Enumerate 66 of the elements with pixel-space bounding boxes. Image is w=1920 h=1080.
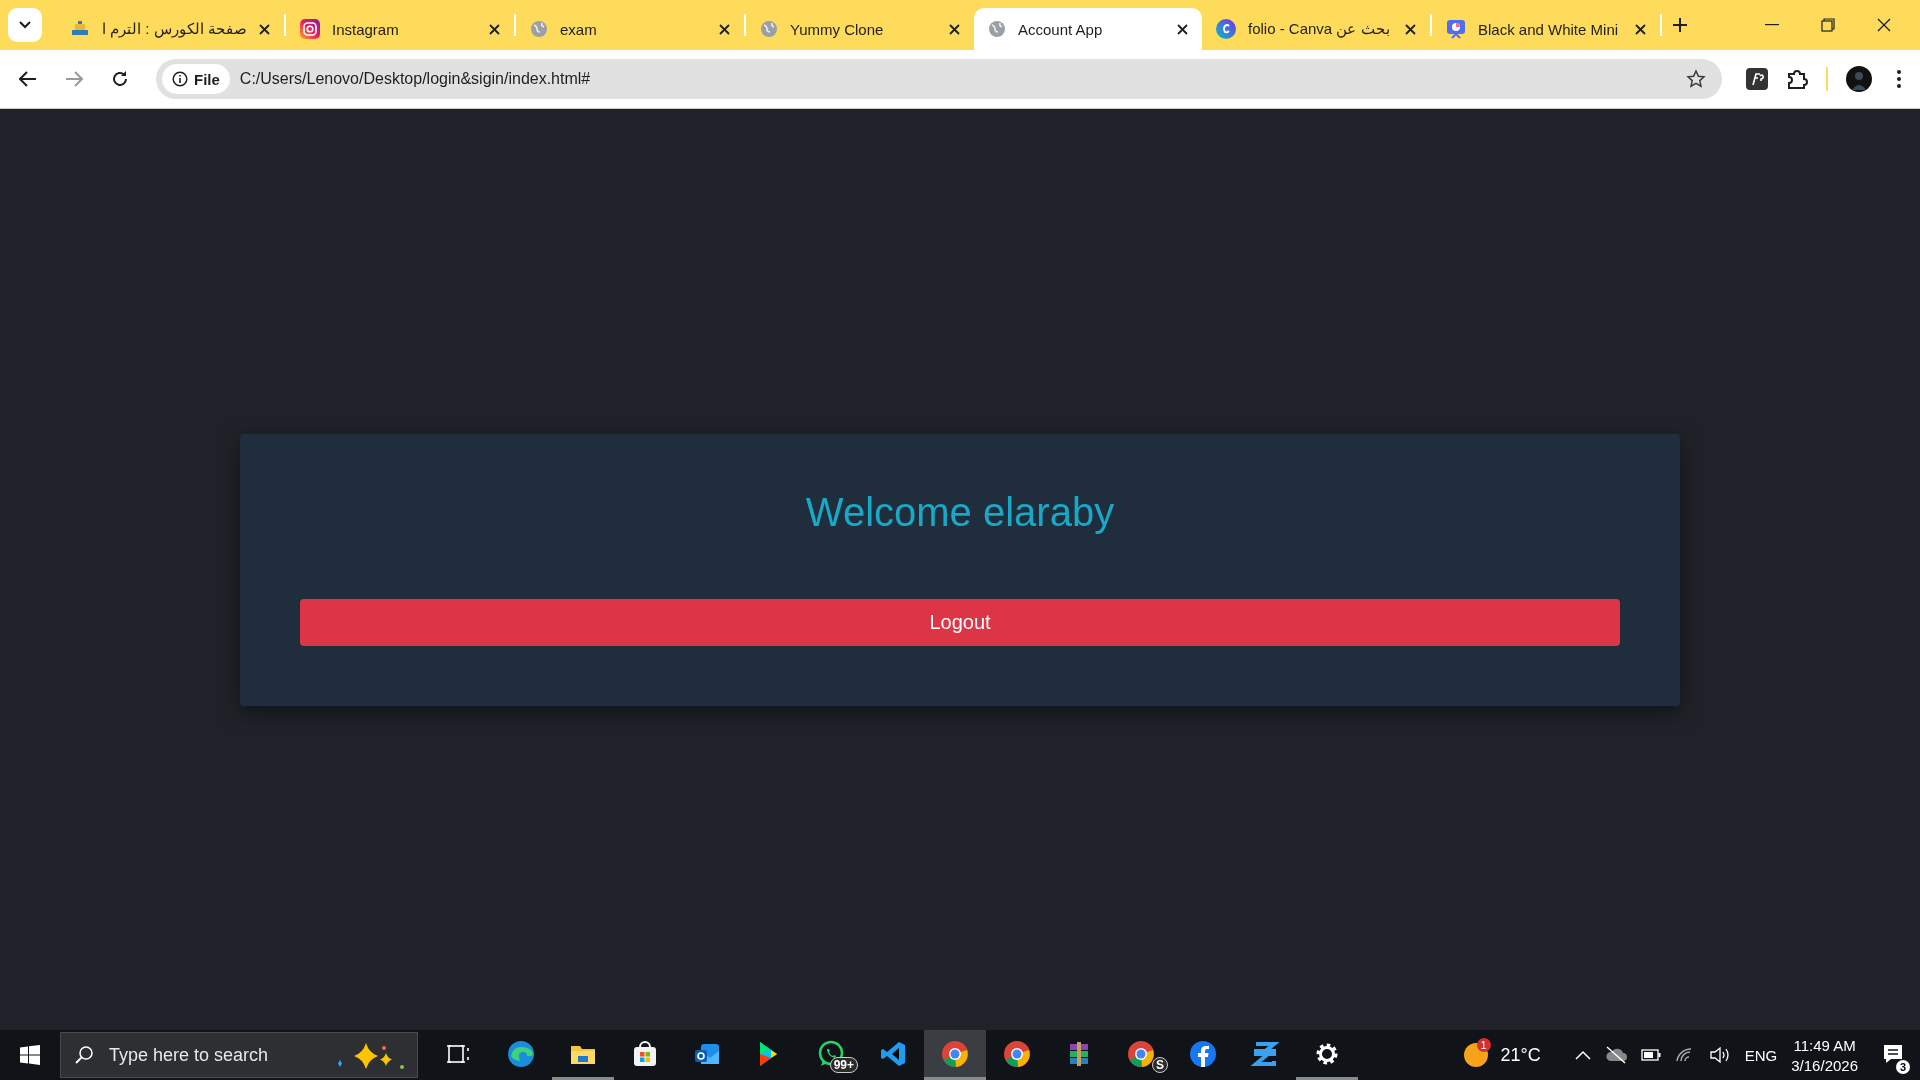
info-icon	[172, 71, 188, 87]
taskbar-search-field[interactable]: Type here to search	[60, 1032, 418, 1078]
browser-tab[interactable]: Black and White Mini	[1432, 8, 1660, 50]
tab-search-button[interactable]	[8, 8, 42, 42]
notification-icon[interactable]	[1882, 1042, 1904, 1065]
globe-icon	[988, 20, 1006, 38]
taskbar-app-button[interactable]: S	[1110, 1030, 1172, 1080]
globe-icon	[760, 20, 778, 38]
taskbar-app-button[interactable]: 99+	[800, 1030, 862, 1080]
close-icon[interactable]	[1177, 23, 1188, 35]
browser-tab[interactable]: exam	[516, 8, 744, 50]
globe-icon	[530, 20, 548, 38]
restore-icon[interactable]	[1821, 18, 1835, 32]
extensions-icon[interactable]	[1786, 68, 1808, 90]
edge-icon	[506, 1038, 536, 1069]
caret-icon	[19, 21, 31, 29]
reload-icon[interactable]	[111, 70, 129, 88]
count-badge: 1	[1476, 1038, 1491, 1052]
language-indicator[interactable]: ENG	[1744, 1046, 1778, 1064]
taskbar-app-button[interactable]	[924, 1030, 986, 1080]
chrome-icon	[940, 1038, 970, 1069]
count-badge: S	[1152, 1057, 1168, 1073]
logout-button[interactable]: Logout	[300, 598, 1620, 646]
plus-icon	[1672, 17, 1688, 33]
temperature-text: 21°C	[1500, 1044, 1541, 1066]
browser-tab[interactable]: Yummy Clone	[746, 8, 974, 50]
font-extension-icon[interactable]	[1746, 68, 1768, 90]
browser-tab[interactable]: بحث عن folio - Canva	[1202, 8, 1430, 50]
canva-icon	[1216, 19, 1236, 39]
bookmark-star-icon[interactable]	[1686, 69, 1706, 89]
back-icon[interactable]	[19, 71, 37, 87]
forward-icon[interactable]	[65, 71, 83, 87]
time-text: 11:49 AM	[1793, 1036, 1856, 1054]
close-icon[interactable]	[1635, 23, 1646, 35]
minimize-icon[interactable]	[1765, 24, 1779, 26]
close-icon[interactable]	[949, 23, 960, 35]
search-icon	[74, 1045, 94, 1065]
close-icon[interactable]	[489, 23, 500, 35]
cloud-off-icon[interactable]	[1604, 1046, 1627, 1064]
menu-icon[interactable]	[1896, 69, 1902, 89]
presentation-icon	[1446, 19, 1466, 39]
url-text: C:/Users/Lenovo/Desktop/login&sigin/index.html#	[239, 70, 592, 88]
browser-tab[interactable]: Account App	[974, 8, 1202, 50]
profile-avatar[interactable]	[1846, 66, 1872, 92]
browser-tab[interactable]: صفحة الكورس : الترم ا	[56, 8, 284, 50]
site-info-chip[interactable]: File	[162, 64, 230, 94]
count-badge: 3	[1895, 1059, 1910, 1074]
close-icon[interactable]	[1405, 23, 1416, 35]
browser-tab[interactable]: Instagram	[286, 8, 514, 50]
chevron-up-icon[interactable]	[1574, 1050, 1591, 1060]
close-icon[interactable]	[719, 23, 730, 35]
instagram-icon	[300, 19, 320, 39]
battery-icon[interactable]	[1640, 1049, 1661, 1061]
clock[interactable]: 11:49 AM 3/16/2026	[1791, 1036, 1858, 1074]
facebook-icon	[1188, 1038, 1218, 1069]
speaker-icon[interactable]	[1708, 1046, 1731, 1064]
welcome-heading: Welcome elaraby	[805, 489, 1115, 535]
close-icon[interactable]	[259, 23, 270, 35]
count-badge: 99+	[829, 1057, 858, 1073]
chrome-icon	[1002, 1038, 1032, 1069]
site-icon	[70, 20, 90, 38]
date-text: 3/16/2026	[1791, 1056, 1858, 1074]
address-bar[interactable]: File C:/Users/Lenovo/Desktop/login&sigin/index.html#	[156, 59, 1722, 99]
close-icon[interactable]	[1877, 18, 1891, 32]
chrome-icon	[1126, 1038, 1156, 1069]
windows-start-icon[interactable]	[20, 1045, 40, 1065]
